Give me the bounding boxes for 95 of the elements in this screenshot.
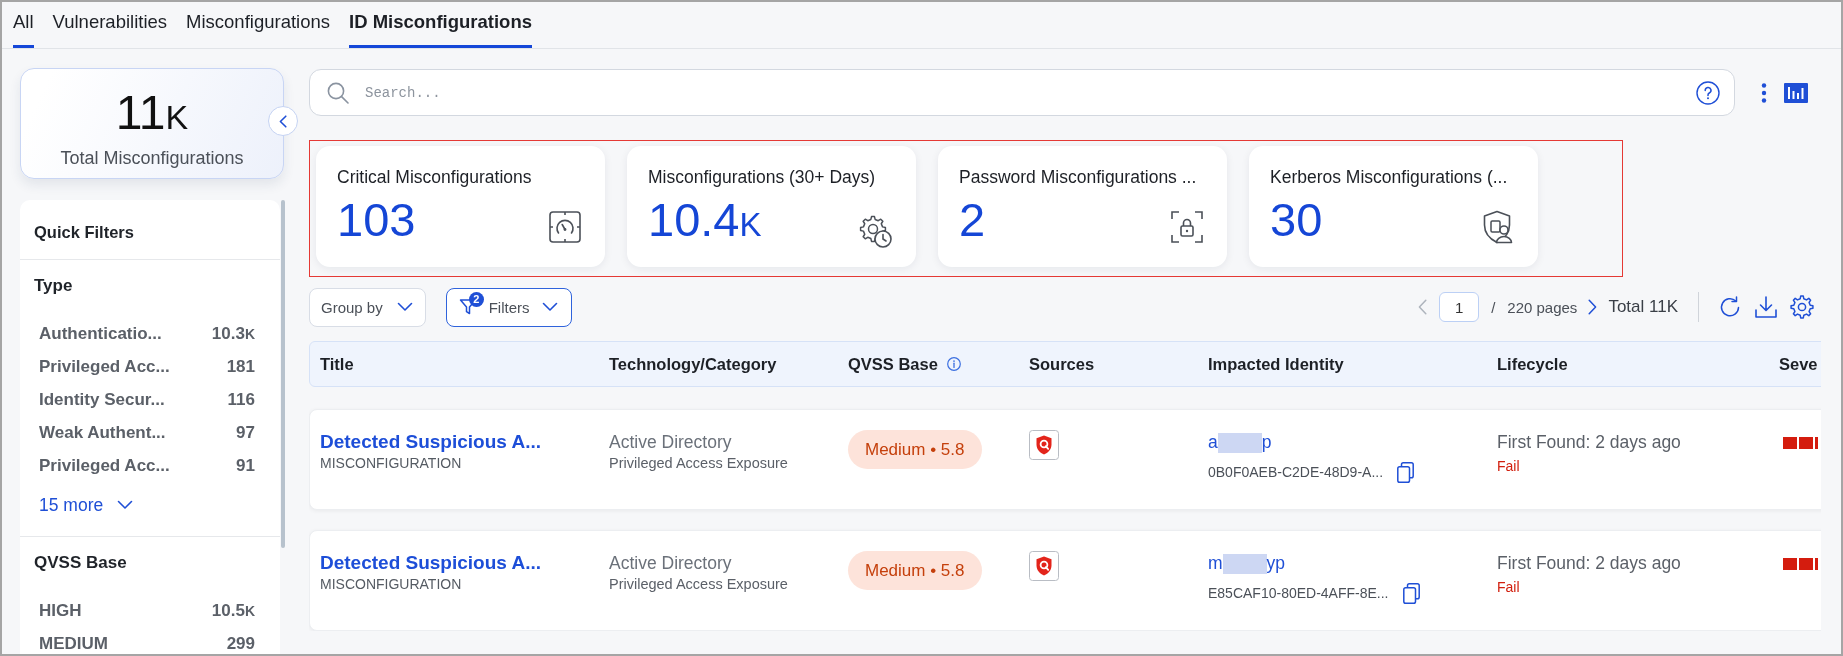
status-text: Fail <box>1497 458 1520 474</box>
filter-count: 299 <box>226 633 255 654</box>
qvss-score-badge: Medium • 5.8 <box>848 551 982 590</box>
page-separator: / <box>1491 298 1496 316</box>
copy-icon[interactable] <box>1402 582 1420 604</box>
total-value: 11K <box>115 86 189 141</box>
category-text: Privileged Access Exposure <box>609 575 788 593</box>
summary-card[interactable]: Password Misconfigurations ... 2 <box>938 146 1227 267</box>
card-value: 10.4K <box>648 195 762 248</box>
card-value: 2 <box>959 195 986 245</box>
filter-count-badge: 2 <box>468 291 484 307</box>
kebab-menu-icon[interactable] <box>1761 82 1767 103</box>
summary-card[interactable]: Critical Misconfigurations 103 <box>316 146 605 267</box>
section-title: Type <box>34 276 73 295</box>
technology-text: Active Directory <box>609 431 732 453</box>
table-row[interactable]: Detected Suspicious A... MISCONFIGURATION Active Directory Privileged Access Exposure Medium • 5.8 a p 0B0F0AEB-C2DE-48D9-A... First Found: 2 days ago Fail <box>309 409 1821 510</box>
settings-icon[interactable] <box>1790 295 1814 319</box>
filter-count: 10.3K <box>211 323 255 344</box>
category-text: Privileged Access Exposure <box>609 454 788 472</box>
filter-count: 10.5K <box>211 600 255 621</box>
panel-title: Quick Filters <box>34 223 134 241</box>
scrollbar-thumb[interactable] <box>281 200 285 548</box>
filter-count: 91 <box>236 455 255 476</box>
tab[interactable]: ID Misconfigurations <box>349 2 532 48</box>
card-title: Critical Misconfigurations <box>337 167 533 187</box>
group-by-dropdown[interactable]: Group by <box>309 287 426 327</box>
help-icon[interactable] <box>1696 80 1720 105</box>
chevron-down-icon <box>396 302 413 312</box>
column-header: Sources <box>1029 354 1095 374</box>
gauge-icon <box>547 209 583 245</box>
info-icon[interactable] <box>946 357 961 371</box>
page-count: 220 pages <box>1507 298 1578 316</box>
filter-count: 116 <box>227 389 255 410</box>
filter-count: 181 <box>226 356 255 377</box>
show-more-link[interactable]: 15 more <box>39 494 134 516</box>
filter-option[interactable]: Identity Secur... <box>39 389 165 410</box>
identity-id: 0B0F0AEB-C2DE-48D9-A... <box>1208 464 1384 481</box>
column-header: Title <box>320 354 354 374</box>
filter-option[interactable]: Privileged Acc... <box>39 455 170 476</box>
padlock-icon <box>1169 209 1205 245</box>
finding-type: MISCONFIGURATION <box>320 454 462 472</box>
card-value: 30 <box>1270 195 1323 245</box>
section-title: QVSS Base <box>34 553 127 572</box>
filters-button[interactable]: Filters 2 <box>445 287 572 327</box>
chevron-left-icon <box>279 114 287 128</box>
search-icon <box>327 81 349 104</box>
status-text: Fail <box>1497 579 1520 595</box>
column-header: Technology/Category <box>609 354 777 374</box>
shield-logo-icon <box>1029 430 1059 460</box>
first-found-text: First Found: 2 days ago <box>1497 552 1681 574</box>
filter-option[interactable]: MEDIUM <box>39 633 108 654</box>
card-title: Password Misconfigurations ... <box>959 167 1198 187</box>
download-icon[interactable] <box>1754 295 1778 319</box>
finding-type: MISCONFIGURATION <box>320 575 462 593</box>
gear-clock-icon <box>858 214 894 250</box>
tab[interactable]: All <box>13 2 34 48</box>
chevron-right-icon[interactable] <box>1588 299 1598 315</box>
identity-link[interactable]: m yp <box>1208 552 1286 575</box>
finding-title-link[interactable]: Detected Suspicious A... <box>320 552 541 574</box>
filter-option[interactable]: Privileged Acc... <box>39 356 170 377</box>
search-field[interactable]: Search... <box>365 80 1696 105</box>
severity-meter-drawing <box>1783 437 1818 449</box>
column-header: QVSS Base <box>848 354 938 374</box>
filter-option[interactable]: Weak Authent... <box>39 422 166 443</box>
card-title: Misconfigurations (30+ Days) <box>648 167 877 187</box>
column-header: Lifecycle <box>1497 354 1568 374</box>
page-number-field[interactable]: 1 <box>1439 292 1480 322</box>
summary-card[interactable]: Misconfigurations (30+ Days) 10.4K <box>627 146 916 267</box>
identity-id: E85CAF10-80ED-4AFF-8E... <box>1208 585 1389 602</box>
filter-option[interactable]: HIGH <box>39 600 82 621</box>
tab[interactable]: Misconfigurations <box>186 2 330 48</box>
identity-link[interactable]: a p <box>1208 431 1272 454</box>
total-count: Total 11K <box>1608 297 1678 317</box>
chevron-down-icon <box>117 500 134 510</box>
column-header: Seve <box>1779 354 1818 374</box>
technology-text: Active Directory <box>609 552 732 574</box>
summary-card[interactable]: Kerberos Misconfigurations (... 30 <box>1249 146 1538 267</box>
first-found-text: First Found: 2 days ago <box>1497 431 1681 453</box>
column-header: Impacted Identity <box>1208 354 1344 374</box>
chevron-down-icon <box>541 302 558 312</box>
filter-count: 97 <box>236 422 255 443</box>
card-title: Kerberos Misconfigurations (... <box>1270 167 1509 187</box>
bar-chart-icon[interactable] <box>1784 82 1808 103</box>
severity-meter-drawing <box>1783 558 1818 570</box>
filter-option[interactable]: Authenticatio... <box>39 323 162 344</box>
qvss-score-badge: Medium • 5.8 <box>848 430 982 469</box>
copy-icon[interactable] <box>1397 461 1415 483</box>
tab[interactable]: Vulnerabilities <box>52 2 168 48</box>
search-bar[interactable]: Search... <box>309 69 1735 116</box>
shield-logo-icon <box>1029 551 1059 581</box>
refresh-icon[interactable] <box>1719 296 1741 318</box>
card-value: 103 <box>337 195 416 245</box>
finding-title-link[interactable]: Detected Suspicious A... <box>320 431 541 453</box>
table-row[interactable]: Detected Suspicious A... MISCONFIGURATION Active Directory Privileged Access Exposure Medium • 5.8 m yp E85CAF10-80ED-4AFF-8E... First Found: 2 days ago Fail <box>309 530 1821 631</box>
total-label: Total Misconfigurations <box>60 147 244 169</box>
